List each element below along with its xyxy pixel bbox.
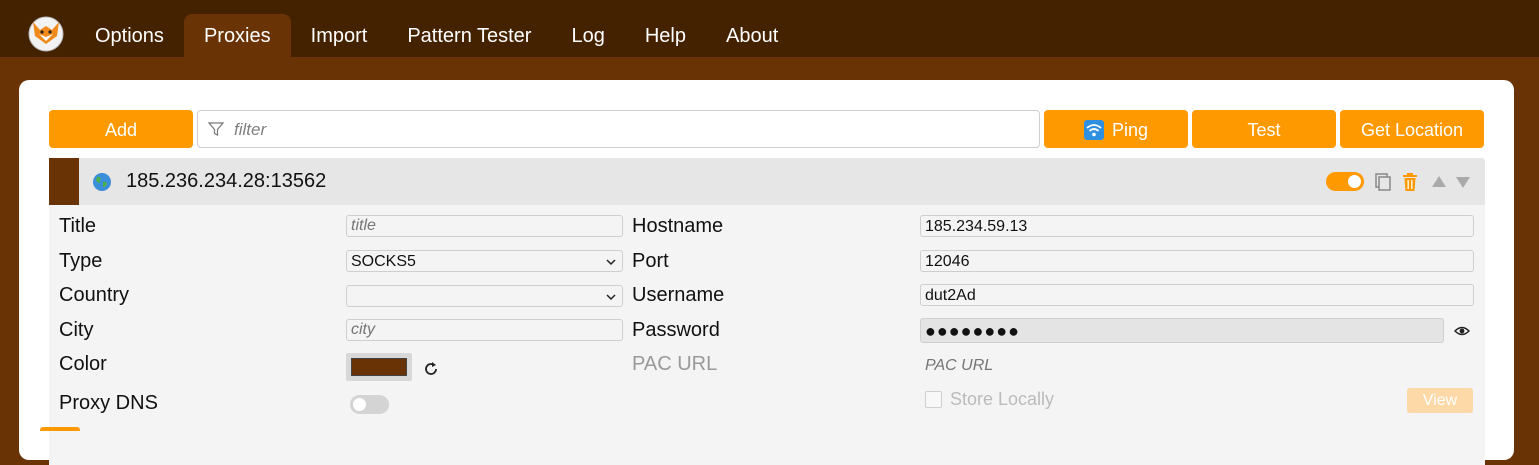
password-label: Password xyxy=(632,319,720,341)
tab-help[interactable]: Help xyxy=(625,14,706,57)
proxy-enable-toggle[interactable] xyxy=(1326,172,1364,191)
get-location-button[interactable]: Get Location xyxy=(1340,110,1484,148)
filter-box xyxy=(197,110,1040,149)
store-locally-label: Store Locally xyxy=(950,389,1055,409)
port-label: Port xyxy=(632,250,669,272)
country-label: Country xyxy=(59,284,130,306)
duplicate-icon[interactable] xyxy=(1374,172,1392,192)
view-button[interactable]: View xyxy=(1407,388,1473,413)
tab-about[interactable]: About xyxy=(706,14,798,57)
color-label: Color xyxy=(59,353,107,375)
hostname-label: Hostname xyxy=(632,215,724,237)
proxies-panel: Add Ping Test Get Location xyxy=(19,80,1514,465)
color-swatch xyxy=(351,358,407,376)
type-select-value: SOCKS5 xyxy=(351,253,416,270)
proxy-entry-title: 185.236.234.28:13562 xyxy=(126,170,327,192)
type-label: Type xyxy=(59,250,103,272)
next-entry-edge xyxy=(40,427,80,431)
title-field[interactable] xyxy=(346,215,623,237)
type-select[interactable]: SOCKS5 xyxy=(346,250,623,272)
ping-label: Ping xyxy=(1111,120,1149,140)
password-field[interactable]: ●●●●●●●● xyxy=(920,318,1444,343)
ping-button[interactable]: Ping xyxy=(1044,110,1188,148)
add-button[interactable]: Add xyxy=(49,110,193,148)
proxy-details: Title Type SOCKS5 Country City Color Pro… xyxy=(49,205,1485,465)
proxy-color-strip xyxy=(49,158,79,205)
filter-icon xyxy=(208,122,224,136)
proxy-dns-label: Proxy DNS xyxy=(59,392,158,414)
hostname-field[interactable]: 185.234.59.13 xyxy=(920,215,1474,237)
city-label: City xyxy=(59,319,94,341)
pac-url-label: PAC URL xyxy=(632,353,718,375)
top-nav-bar: Options Proxies Import Pattern Tester Lo… xyxy=(0,0,1539,57)
filter-input[interactable] xyxy=(232,111,1026,149)
refresh-color-icon[interactable] xyxy=(422,360,440,378)
username-label: Username xyxy=(632,284,725,306)
pac-url-field[interactable] xyxy=(920,355,1474,377)
country-select[interactable] xyxy=(346,285,623,307)
tab-options[interactable]: Options xyxy=(75,14,184,57)
color-picker[interactable] xyxy=(346,353,412,381)
test-button[interactable]: Test xyxy=(1192,110,1336,148)
foxyproxy-logo-icon xyxy=(28,16,64,52)
title-label: Title xyxy=(59,215,97,237)
proxy-entry-header[interactable]: 185.236.234.28:13562 xyxy=(49,158,1485,205)
proxy-dns-toggle[interactable] xyxy=(350,395,389,414)
main-nav: Options Proxies Import Pattern Tester Lo… xyxy=(75,14,798,57)
chevron-down-icon xyxy=(606,294,616,301)
globe-icon xyxy=(93,173,111,191)
tab-log[interactable]: Log xyxy=(551,14,624,57)
proxies-toolbar: Add Ping Test Get Location xyxy=(49,110,1485,149)
tab-import[interactable]: Import xyxy=(291,14,388,57)
move-up-icon[interactable] xyxy=(1430,172,1448,192)
delete-icon[interactable] xyxy=(1401,172,1419,192)
tab-proxies[interactable]: Proxies xyxy=(183,14,291,57)
move-down-icon[interactable] xyxy=(1454,172,1472,192)
tab-pattern-tester[interactable]: Pattern Tester xyxy=(387,14,551,57)
show-password-eye-icon[interactable] xyxy=(1454,324,1470,338)
wifi-icon xyxy=(1083,120,1104,140)
chevron-down-icon xyxy=(606,259,616,266)
city-field[interactable] xyxy=(346,319,623,341)
port-field[interactable]: 12046 xyxy=(920,250,1474,272)
store-locally-checkbox[interactable] xyxy=(925,391,942,408)
username-field[interactable]: dut2Ad xyxy=(920,284,1474,306)
